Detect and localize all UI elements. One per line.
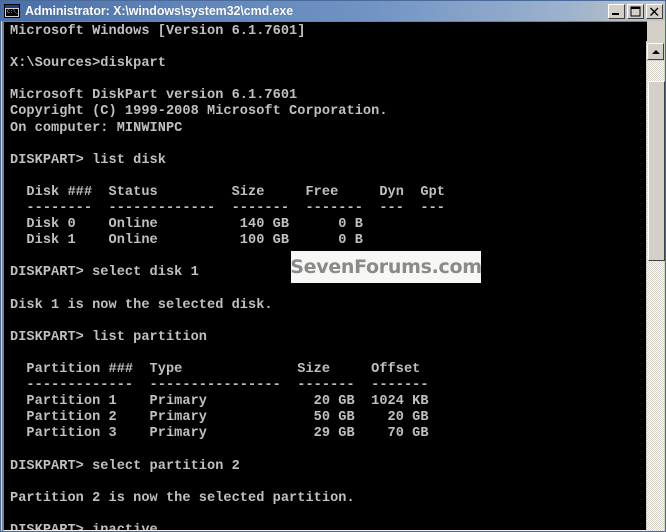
watermark-text: SevenForums.com bbox=[290, 256, 482, 278]
icon-console-glyph: C:\_ bbox=[6, 9, 18, 16]
maximize-button[interactable] bbox=[627, 3, 644, 19]
window-title-text: Administrator: X:\windows\system32\cmd.e… bbox=[25, 4, 294, 18]
watermark-overlay: SevenForums.com bbox=[290, 251, 482, 283]
close-button[interactable] bbox=[646, 3, 663, 19]
window-controls bbox=[608, 3, 665, 19]
maximize-icon bbox=[630, 6, 641, 16]
window-title-bar[interactable]: C:\_ Administrator: X:\windows\system32\… bbox=[1, 1, 665, 21]
cmd-prompt-icon: C:\_ bbox=[4, 4, 20, 18]
vertical-scrollbar[interactable] bbox=[646, 41, 665, 531]
icon-titlebar-strip bbox=[5, 5, 19, 8]
minimize-button[interactable] bbox=[608, 3, 625, 19]
scroll-up-button[interactable] bbox=[647, 43, 664, 60]
chevron-up-icon bbox=[651, 49, 660, 54]
scrollbar-thumb[interactable] bbox=[648, 81, 665, 261]
scrollbar-track[interactable] bbox=[647, 61, 665, 531]
close-icon bbox=[650, 7, 659, 16]
cmd-window: C:\_ Administrator: X:\windows\system32\… bbox=[0, 0, 666, 532]
minimize-icon bbox=[612, 12, 619, 15]
window-client-area: Microsoft Windows [Version 6.1.7601] X:\… bbox=[2, 21, 665, 531]
